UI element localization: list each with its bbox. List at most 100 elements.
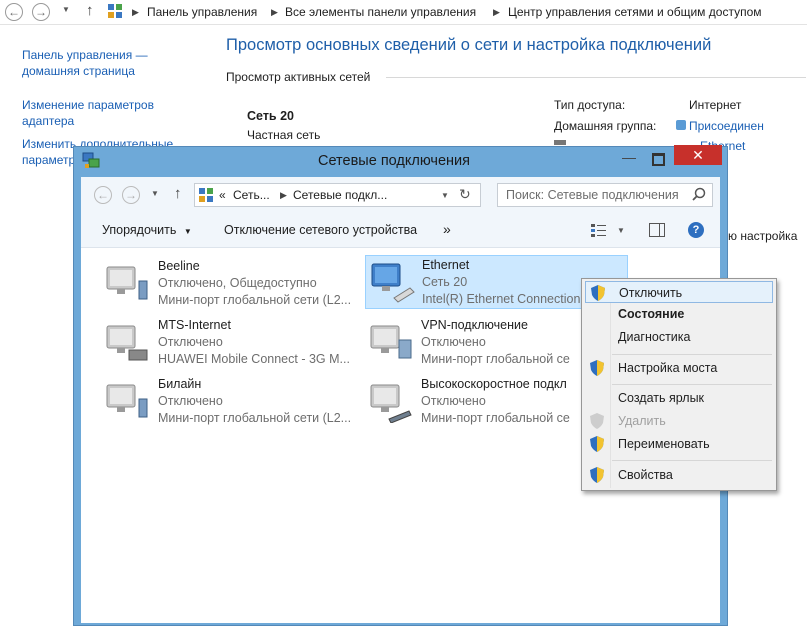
- view-options-icon[interactable]: [591, 223, 607, 240]
- homegroup-icon: [676, 120, 686, 130]
- setup-link-fragment[interactable]: ю настройка: [728, 229, 797, 243]
- menu-item-rename[interactable]: Переименовать: [585, 433, 773, 455]
- more-commands-button[interactable]: »: [443, 221, 451, 237]
- menu-label[interactable]: Создать ярлык: [618, 387, 704, 409]
- connection-device: Мини-порт глобальной сети (L2...: [158, 293, 352, 307]
- forward-icon[interactable]: →: [122, 186, 140, 204]
- network-adapter-icon: [105, 379, 149, 426]
- access-type-value: Интернет: [689, 98, 742, 112]
- menu-item-bridge[interactable]: Настройка моста: [585, 357, 773, 379]
- menu-item-disable[interactable]: Отключить: [585, 281, 773, 303]
- connection-name: Beeline: [158, 259, 200, 273]
- page-heading: Просмотр основных сведений о сети и наст…: [226, 36, 712, 54]
- help-icon[interactable]: ?: [688, 222, 704, 238]
- menu-label[interactable]: Состояние: [618, 303, 684, 325]
- menu-item-diagnostics[interactable]: Диагностика: [585, 326, 773, 348]
- connection-item[interactable]: Beeline Отключено, Общедоступно Мини-пор…: [101, 257, 361, 313]
- connection-item[interactable]: MTS-Internet Отключено HUAWEI Mobile Con…: [101, 316, 361, 372]
- connection-status: Сеть 20: [422, 275, 468, 289]
- menu-label[interactable]: Переименовать: [618, 433, 710, 455]
- connection-name: Билайн: [158, 377, 202, 391]
- breadcrumb-all-items[interactable]: Все элементы панели управления: [285, 5, 476, 19]
- divider: [386, 77, 806, 78]
- menu-separator: [612, 354, 772, 355]
- connection-name: MTS-Internet: [158, 318, 231, 332]
- refresh-icon[interactable]: ↻: [459, 186, 471, 203]
- menu-item-properties[interactable]: Свойства: [585, 464, 773, 486]
- vpn-adapter-icon: [369, 320, 413, 367]
- window-address-box[interactable]: « Сеть... ▶ Сетевые подкл... ▼ ↻: [194, 183, 481, 207]
- forward-icon[interactable]: →: [32, 3, 50, 21]
- sidebar-home-line2[interactable]: домашняя страница: [22, 64, 148, 78]
- search-input[interactable]: Поиск: Сетевые подключения: [497, 183, 713, 207]
- organize-button[interactable]: Упорядочить ▼: [102, 223, 192, 237]
- recent-pages-icon[interactable]: ▼: [151, 189, 159, 198]
- sidebar-adapter-line2[interactable]: адаптера: [22, 114, 154, 128]
- connection-name: Ethernet: [422, 258, 470, 272]
- menu-separator: [612, 460, 772, 461]
- control-panel-icon: [108, 4, 122, 18]
- connection-device: Мини-порт глобальной се: [421, 352, 570, 366]
- breadcrumb-separator: ▶: [280, 190, 287, 200]
- search-icon[interactable]: [692, 187, 706, 204]
- uac-shield-icon: [590, 467, 604, 490]
- command-bar: Упорядочить ▼ Отключение сетевого устрой…: [81, 215, 720, 248]
- connection-item[interactable]: Высокоскоростное подкл Отключено Мини-по…: [365, 375, 590, 431]
- sidebar-adapter-link[interactable]: Изменение параметров адаптера: [22, 98, 154, 128]
- menu-separator: [612, 384, 772, 385]
- homegroup-label: Домашняя группа:: [554, 119, 657, 133]
- close-button[interactable]: ✕: [674, 145, 722, 165]
- up-icon[interactable]: ↑: [86, 2, 94, 19]
- menu-label[interactable]: Отключить: [619, 282, 682, 304]
- connection-name: VPN-подключение: [421, 318, 528, 332]
- back-icon[interactable]: ←: [5, 3, 23, 21]
- connection-device: Мини-порт глобальной сети (L2...: [158, 411, 352, 425]
- menu-item-status[interactable]: Состояние: [585, 303, 773, 325]
- modem-adapter-icon: [105, 320, 149, 367]
- menu-label[interactable]: Свойства: [618, 464, 673, 486]
- menu-item-delete: Удалить: [585, 410, 773, 432]
- connection-item[interactable]: VPN-подключение Отключено Мини-порт глоб…: [365, 316, 590, 372]
- disable-device-button[interactable]: Отключение сетевого устройства: [224, 223, 417, 237]
- control-panel-icon: [199, 188, 213, 202]
- search-placeholder: Поиск: Сетевые подключения: [506, 188, 679, 202]
- back-icon[interactable]: ←: [94, 186, 112, 204]
- uac-shield-icon: [590, 360, 604, 383]
- menu-item-shortcut[interactable]: Создать ярлык: [585, 387, 773, 409]
- menu-label[interactable]: Диагностика: [618, 326, 690, 348]
- menu-label: Удалить: [618, 414, 666, 428]
- menu-label[interactable]: Настройка моста: [618, 357, 717, 379]
- sidebar-home-link[interactable]: Панель управления — домашняя страница: [22, 48, 148, 78]
- maximize-button[interactable]: [652, 153, 665, 166]
- breadcrumb-separator: ▶: [132, 7, 139, 17]
- breadcrumb-network-center[interactable]: Центр управления сетями и общим доступом: [508, 5, 762, 19]
- address-prefix: «: [219, 188, 226, 202]
- sidebar-adapter-line1[interactable]: Изменение параметров: [22, 98, 154, 112]
- address-dropdown-icon[interactable]: ▼: [441, 191, 449, 200]
- sidebar-home-line1[interactable]: Панель управления —: [22, 48, 148, 62]
- breadcrumb-separator: ▶: [493, 7, 500, 17]
- up-icon[interactable]: ↑: [174, 185, 182, 202]
- breadcrumb-control-panel[interactable]: Панель управления: [147, 5, 257, 19]
- homegroup-link[interactable]: Присоединен: [689, 119, 764, 133]
- chevron-down-icon: ▼: [183, 227, 192, 236]
- connection-item[interactable]: Билайн Отключено Мини-порт глобальной се…: [101, 375, 361, 431]
- ethernet-adapter-icon: [370, 260, 416, 307]
- address-bar: ← → ▼ ↑ ▶ Панель управления ▶ Все элемен…: [0, 0, 807, 25]
- connection-status: Отключено: [421, 394, 486, 408]
- connection-device: HUAWEI Mobile Connect - 3G M...: [158, 352, 350, 366]
- preview-pane-icon[interactable]: [649, 223, 665, 237]
- recent-pages-icon[interactable]: ▼: [62, 5, 70, 14]
- minimize-button[interactable]: —: [622, 149, 636, 165]
- access-type-label: Тип доступа:: [554, 98, 626, 112]
- connection-status: Отключено, Общедоступно: [158, 276, 317, 290]
- connection-status: Отключено: [421, 335, 486, 349]
- connection-status: Отключено: [158, 335, 223, 349]
- address-crumb-connections[interactable]: Сетевые подкл...: [293, 188, 387, 202]
- uac-shield-icon: [590, 436, 604, 459]
- network-type: Частная сеть: [247, 128, 321, 142]
- breadcrumb-separator: ▶: [271, 7, 278, 17]
- address-crumb-network[interactable]: Сеть...: [233, 188, 270, 202]
- chevron-down-icon[interactable]: ▼: [617, 226, 625, 235]
- organize-label[interactable]: Упорядочить: [102, 223, 176, 237]
